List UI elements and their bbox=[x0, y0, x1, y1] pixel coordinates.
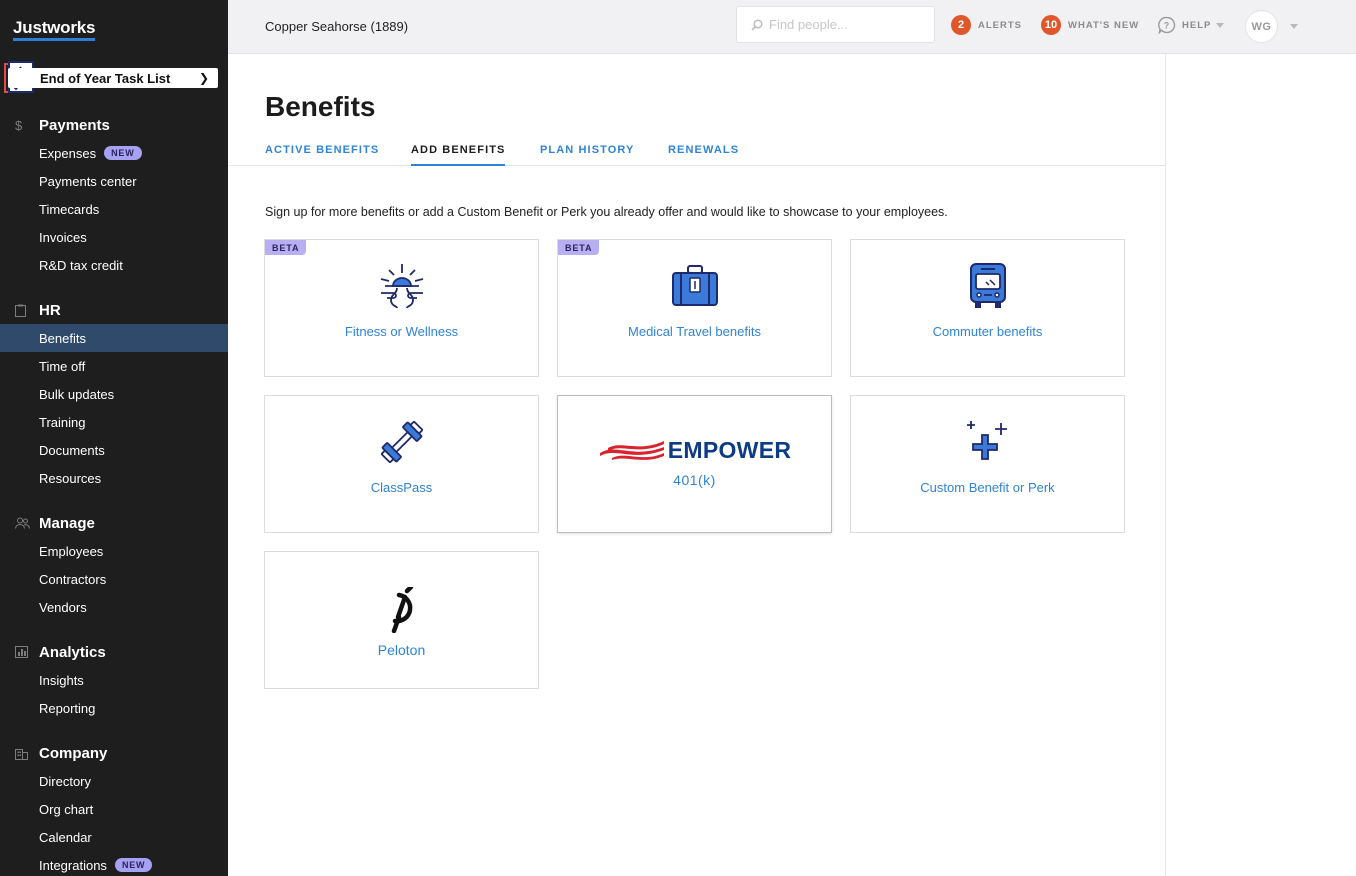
bar-chart-icon bbox=[0, 646, 39, 658]
sidebar-section-analytics: Analytics Insights Reporting bbox=[0, 638, 228, 722]
new-badge: NEW bbox=[114, 858, 153, 872]
bus-icon bbox=[969, 263, 1006, 308]
sparkle-plus-icon bbox=[966, 421, 1007, 460]
alerts-label: ALERTS bbox=[978, 19, 1022, 31]
chevron-down-icon[interactable] bbox=[1290, 24, 1298, 29]
help-label: HELP bbox=[1182, 19, 1212, 31]
sidebar-item-directory[interactable]: Directory bbox=[0, 767, 228, 795]
sidebar-section-hr: HR Benefits Time off Bulk updates Traini… bbox=[0, 296, 228, 492]
search-box[interactable] bbox=[736, 6, 935, 43]
company-name[interactable]: Copper Seahorse (1889) bbox=[265, 19, 408, 34]
sidebar-item-insights[interactable]: Insights bbox=[0, 666, 228, 694]
new-badge: NEW bbox=[104, 146, 142, 160]
sidebar-section-company: Company Directory Org chart Calendar Int… bbox=[0, 739, 228, 876]
whats-new-button[interactable]: 10 WHAT'S NEW bbox=[1041, 15, 1139, 35]
dumbbell-icon bbox=[380, 421, 423, 463]
sidebar-item-payments-center[interactable]: Payments center bbox=[0, 167, 228, 195]
chevron-down-icon bbox=[1216, 22, 1225, 28]
sidebar-item-documents[interactable]: Documents bbox=[0, 436, 228, 464]
benefit-card-classpass[interactable]: ClassPass bbox=[264, 395, 539, 533]
sidebar-item-calendar[interactable]: Calendar bbox=[0, 823, 228, 851]
sidebar: Justworks End of Year Task List ❯ $ Paym… bbox=[0, 0, 228, 876]
benefit-card-medical-travel[interactable]: BETA Medical Travel benefits bbox=[557, 239, 832, 377]
clipboard-icon bbox=[0, 304, 39, 317]
card-label: Medical Travel benefits bbox=[628, 324, 761, 339]
sidebar-item-time-off[interactable]: Time off bbox=[0, 352, 228, 380]
user-avatar[interactable]: WG bbox=[1245, 10, 1278, 43]
search-input[interactable] bbox=[769, 17, 929, 32]
sidebar-section-manage: Manage Employees Contractors Vendors bbox=[0, 509, 228, 621]
sidebar-item-expenses[interactable]: Expenses NEW bbox=[0, 139, 228, 167]
section-title: HR bbox=[39, 301, 61, 319]
justworks-logo[interactable]: Justworks bbox=[13, 18, 96, 41]
end-of-year-task-list-button[interactable]: End of Year Task List ❯ bbox=[8, 68, 218, 88]
whats-new-count-badge: 10 bbox=[1041, 15, 1061, 35]
card-label: Fitness or Wellness bbox=[344, 324, 459, 339]
sidebar-section-payments: $ Payments Expenses NEW Payments center … bbox=[0, 111, 228, 279]
card-label: Commuter benefits bbox=[932, 324, 1043, 339]
sunrise-wellness-icon bbox=[380, 264, 423, 309]
beta-badge: BETA bbox=[265, 240, 307, 255]
help-button[interactable]: ? HELP bbox=[1158, 15, 1225, 35]
benefit-card-custom-perk[interactable]: Custom Benefit or Perk bbox=[850, 395, 1125, 533]
benefit-card-401k[interactable]: EMPOWER 401(k) bbox=[557, 395, 832, 533]
sidebar-item-org-chart[interactable]: Org chart bbox=[0, 795, 228, 823]
sidebar-item-benefits[interactable]: Benefits bbox=[0, 324, 228, 352]
sidebar-item-resources[interactable]: Resources bbox=[0, 464, 228, 492]
svg-text:?: ? bbox=[1164, 21, 1171, 31]
sidebar-item-vendors[interactable]: Vendors bbox=[0, 593, 228, 621]
page-title: Benefits bbox=[265, 91, 376, 122]
benefit-card-commuter[interactable]: Commuter benefits bbox=[850, 239, 1125, 377]
suitcase-icon bbox=[671, 265, 718, 306]
sidebar-item-label: Integrations bbox=[39, 857, 107, 873]
empower-wordmark: EMPOWER bbox=[667, 436, 792, 463]
card-label: ClassPass bbox=[370, 480, 433, 495]
sidebar-item-integrations[interactable]: Integrations NEW bbox=[0, 851, 228, 876]
sidebar-item-training[interactable]: Training bbox=[0, 408, 228, 436]
tab-add-benefits[interactable]: ADD BENEFITS bbox=[411, 144, 506, 166]
tab-active-benefits[interactable]: ACTIVE BENEFITS bbox=[265, 144, 379, 164]
card-label: 401(k) bbox=[673, 472, 716, 488]
section-title: Company bbox=[39, 744, 108, 762]
intro-text: Sign up for more benefits or add a Custo… bbox=[265, 205, 948, 219]
alerts-button[interactable]: 2 ALERTS bbox=[951, 15, 1022, 35]
main-content: Benefits ACTIVE BENEFITS ADD BENEFITS PL… bbox=[228, 54, 1166, 876]
section-title: Payments bbox=[39, 116, 110, 134]
search-icon bbox=[751, 18, 763, 31]
empower-flag-icon bbox=[599, 441, 664, 460]
sidebar-item-contractors[interactable]: Contractors bbox=[0, 565, 228, 593]
chevron-right-icon: ❯ bbox=[198, 71, 209, 85]
sidebar-item-invoices[interactable]: Invoices bbox=[0, 223, 228, 251]
benefit-card-fitness-wellness[interactable]: BETA Fitness or Wellness bbox=[264, 239, 539, 377]
section-title: Manage bbox=[39, 514, 95, 532]
dollar-icon: $ bbox=[15, 117, 23, 133]
section-title: Analytics bbox=[39, 643, 106, 661]
benefit-card-peloton[interactable]: Peloton bbox=[264, 551, 539, 689]
help-icon: ? bbox=[1158, 16, 1176, 34]
sidebar-item-bulk-updates[interactable]: Bulk updates bbox=[0, 380, 228, 408]
sidebar-item-employees[interactable]: Employees bbox=[0, 537, 228, 565]
card-label: Custom Benefit or Perk bbox=[920, 480, 1055, 495]
sidebar-item-timecards[interactable]: Timecards bbox=[0, 195, 228, 223]
sidebar-item-rd-tax-credit[interactable]: R&D tax credit bbox=[0, 251, 228, 279]
sidebar-item-label: Expenses bbox=[39, 145, 97, 161]
sidebar-item-reporting[interactable]: Reporting bbox=[0, 694, 228, 722]
empower-logo: EMPOWER bbox=[598, 436, 792, 463]
beta-badge: BETA bbox=[558, 240, 600, 255]
benefits-tabs: ACTIVE BENEFITS ADD BENEFITS PLAN HISTOR… bbox=[228, 138, 1166, 166]
card-label: Peloton bbox=[377, 642, 426, 658]
top-bar: Copper Seahorse (1889) 2 ALERTS 10 WHAT'… bbox=[228, 0, 1356, 54]
people-icon bbox=[0, 517, 39, 529]
whats-new-label: WHAT'S NEW bbox=[1068, 19, 1140, 31]
tab-renewals[interactable]: RENEWALS bbox=[668, 144, 739, 164]
building-icon bbox=[0, 747, 39, 760]
task-list-label: End of Year Task List bbox=[40, 70, 171, 86]
peloton-logo bbox=[391, 587, 413, 633]
alerts-count-badge: 2 bbox=[951, 15, 971, 35]
tab-plan-history[interactable]: PLAN HISTORY bbox=[540, 144, 635, 164]
